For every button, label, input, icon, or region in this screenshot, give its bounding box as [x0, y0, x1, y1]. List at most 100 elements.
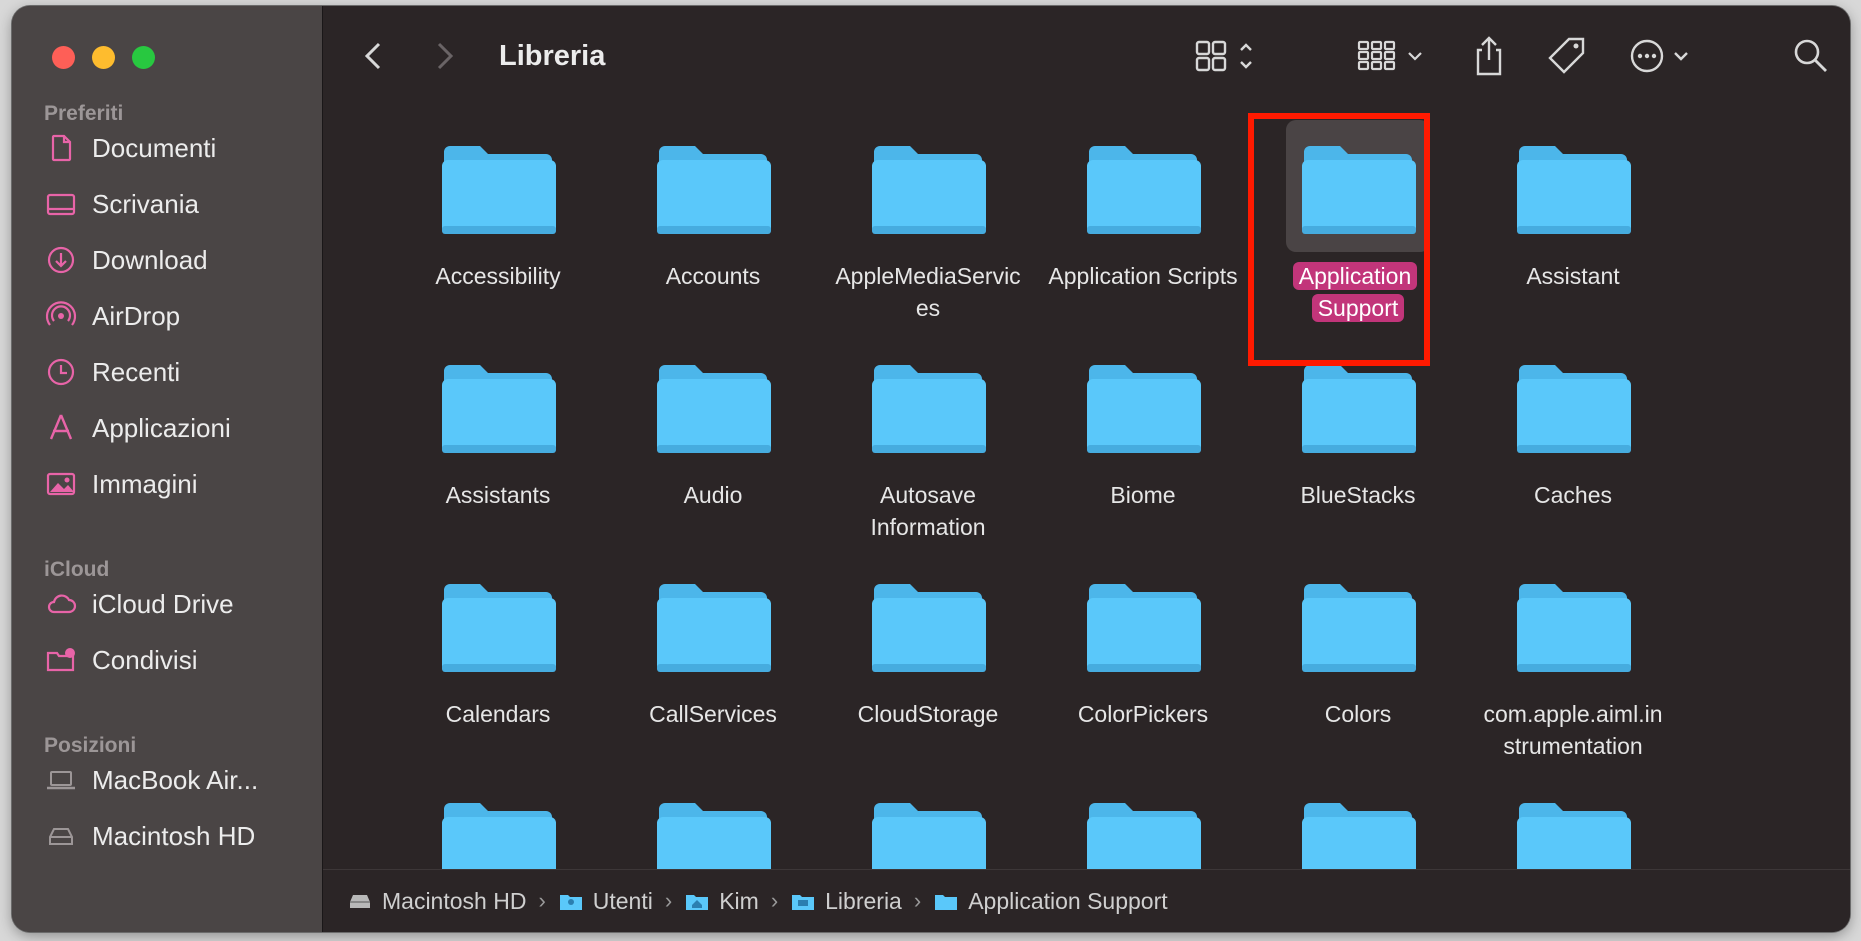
folder-name: Application Scripts	[1048, 263, 1238, 289]
folder-item[interactable]: Assistants	[393, 325, 603, 535]
path-crumb-label: Utenti	[592, 887, 653, 914]
group-button[interactable]	[1355, 36, 1435, 76]
path-crumb[interactable]: Macintosh HD	[347, 888, 526, 915]
folder-icon-wrapper	[1071, 120, 1215, 252]
view-mode-button[interactable]	[1193, 36, 1263, 76]
folder-item[interactable]: Audio	[608, 325, 818, 535]
path-crumb[interactable]: Utenti	[558, 888, 653, 915]
sidebar-item-label: Recenti	[92, 356, 181, 387]
minimize-button[interactable]	[92, 46, 115, 69]
zoom-button[interactable]	[132, 46, 155, 69]
path-separator: ›	[770, 888, 779, 913]
chevron-right-icon	[437, 42, 454, 70]
sidebar-item-label: Condivisi	[92, 644, 198, 675]
folder-icon	[1302, 365, 1416, 453]
folder-item[interactable]: CloudStorage	[823, 544, 1033, 754]
folder-icon-wrapper	[426, 120, 570, 252]
folder-icon	[442, 584, 556, 672]
folder-item[interactable]: Colors	[1253, 544, 1463, 754]
sidebar-item-condivisi[interactable]: Condivisi	[44, 638, 304, 682]
shared-folder-icon	[46, 648, 75, 672]
folder-item[interactable]	[1253, 763, 1463, 870]
folder-icon	[872, 584, 986, 672]
folder-icon-wrapper	[641, 777, 785, 870]
window-title: Libreria	[499, 40, 606, 72]
folder-icon-wrapper	[426, 339, 570, 471]
sidebar-item-scrivania[interactable]: Scrivania	[44, 182, 304, 226]
sidebar-section-title: iCloud	[44, 558, 110, 581]
sidebar-item-icloud-drive[interactable]: iCloud Drive	[44, 582, 304, 626]
folder-item[interactable]: ColorPickers	[1038, 544, 1248, 754]
folder-item[interactable]: AppleMediaServic es	[823, 106, 1033, 321]
folder-name: Accessibility	[435, 263, 561, 289]
more-actions-button[interactable]	[1629, 36, 1709, 76]
sidebar-item-macintosh-hd[interactable]: Macintosh HD	[44, 814, 304, 858]
sidebar-item-label: MacBook Air...	[92, 764, 259, 795]
folder-icon-wrapper	[856, 120, 1000, 252]
folder-name: Audio	[683, 482, 743, 508]
grid-view-icon	[1195, 40, 1252, 72]
sidebar-item-applicazioni[interactable]: Applicazioni	[44, 406, 304, 450]
path-crumb[interactable]: Application Support	[933, 888, 1168, 915]
folder-label: Assistant	[1468, 260, 1678, 292]
close-button[interactable]	[52, 46, 75, 69]
sidebar-item-documenti[interactable]: Documenti	[44, 126, 304, 170]
folder-item[interactable]: Caches	[1468, 325, 1678, 535]
sidebar-item-recenti[interactable]: Recenti	[44, 350, 304, 394]
folder-item[interactable]: Biome	[1038, 325, 1248, 535]
path-crumb[interactable]: Kim	[684, 888, 759, 915]
share-button[interactable]	[1469, 36, 1509, 76]
annotation-highlight-box	[1248, 113, 1430, 366]
folder-item[interactable]: com.apple.aiml.in strumentation	[1468, 544, 1678, 759]
folder-item[interactable]	[823, 763, 1033, 870]
folder-icon-wrapper	[1501, 120, 1645, 252]
document-icon	[51, 134, 72, 162]
folder-icon-wrapper	[1286, 558, 1430, 690]
folder-item[interactable]	[1038, 763, 1248, 870]
disk-icon	[350, 895, 370, 908]
folder-icon	[872, 803, 986, 870]
folder-item[interactable]: Application Scripts	[1038, 106, 1248, 316]
folder-label: ColorPickers	[1038, 698, 1248, 730]
folder-item[interactable]: Accessibility	[393, 106, 603, 316]
folder-item[interactable]: Accounts	[608, 106, 818, 316]
sidebar-item-macbook-air[interactable]: MacBook Air...	[44, 758, 304, 802]
folder-name: ColorPickers	[1077, 701, 1209, 727]
folder-icon	[442, 803, 556, 870]
folder-label: CloudStorage	[823, 698, 1033, 730]
folder-icon	[872, 365, 986, 453]
folder-name: CloudStorage	[857, 701, 999, 727]
folder-icon	[1517, 365, 1631, 453]
folder-icon	[1517, 146, 1631, 234]
folder-icon	[935, 895, 958, 910]
folder-icon	[1087, 365, 1201, 453]
search-button[interactable]	[1791, 36, 1831, 76]
path-crumb[interactable]: Libreria	[790, 888, 902, 915]
cloud-icon	[47, 594, 77, 614]
folder-item[interactable]: Calendars	[393, 544, 603, 754]
sidebar-item-airdrop[interactable]: AirDrop	[44, 294, 304, 338]
folder-label: Biome	[1038, 479, 1248, 511]
folder-icon-wrapper	[1286, 777, 1430, 870]
folder-label: Application Scripts	[1038, 260, 1248, 292]
folder-item[interactable]	[1468, 763, 1678, 870]
folder-name: Accounts	[665, 263, 761, 289]
sidebar-item-label: Documenti	[92, 132, 217, 163]
back-button[interactable]	[359, 36, 389, 76]
folder-icon-wrapper	[641, 120, 785, 252]
sidebar-item-immagini[interactable]: Immagini	[44, 462, 304, 506]
folder-item[interactable]: Autosave Information	[823, 325, 1033, 540]
folder-item[interactable]: Assistant	[1468, 106, 1678, 316]
sidebar-item-download[interactable]: Download	[44, 238, 304, 282]
tag-button[interactable]	[1545, 36, 1589, 76]
folder-icon	[1302, 803, 1416, 870]
folder-name: CallServices	[649, 701, 777, 727]
folder-icon	[657, 365, 771, 453]
folder-icon	[1517, 584, 1631, 672]
forward-button[interactable]	[429, 36, 459, 76]
folder-name: Caches	[1534, 482, 1612, 508]
folder-item[interactable]: CallServices	[608, 544, 818, 754]
folder-icon	[657, 146, 771, 234]
folder-item[interactable]	[608, 763, 818, 870]
folder-item[interactable]	[393, 763, 603, 870]
